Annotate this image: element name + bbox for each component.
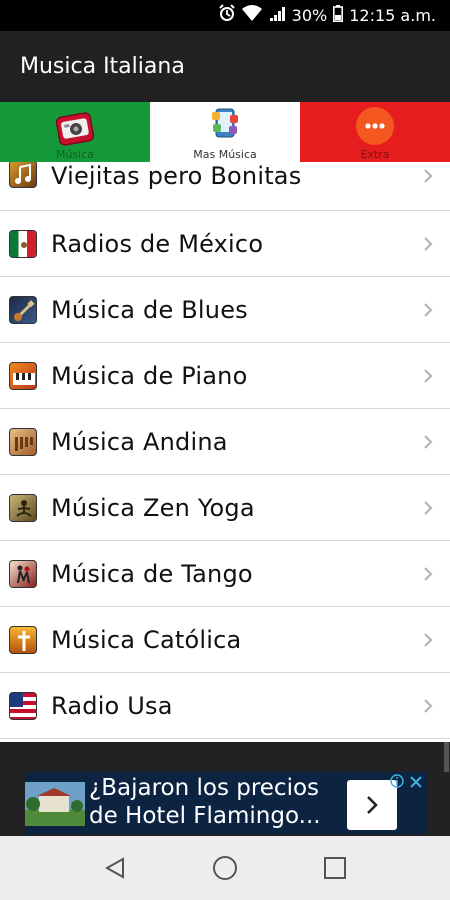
list-item[interactable]: Música de Tango bbox=[0, 541, 450, 607]
list-item[interactable]: Viejitas pero Bonitas bbox=[0, 162, 450, 211]
ad-close-icon[interactable] bbox=[408, 774, 424, 790]
music-apps-icon bbox=[210, 106, 240, 145]
list-item[interactable]: Música de Blues bbox=[0, 277, 450, 343]
tab-extra[interactable]: Extra bbox=[300, 102, 450, 162]
tab-mas-musica-label: Mas Música bbox=[193, 148, 257, 161]
ad-banner[interactable]: ¿Bajaron los precios de Hotel Flamingo..… bbox=[25, 772, 427, 834]
list-item[interactable]: Radios de México bbox=[0, 211, 450, 277]
chevron-right-icon bbox=[420, 236, 436, 252]
list-item-label: Música de Blues bbox=[51, 295, 248, 324]
chevron-right-icon bbox=[420, 632, 436, 648]
list-item[interactable]: Música Andina bbox=[0, 409, 450, 475]
piano-icon bbox=[9, 361, 37, 390]
tab-mas-musica[interactable]: Mas Música bbox=[150, 102, 300, 162]
list-item-label: Música de Tango bbox=[51, 559, 253, 588]
ad-headline-line1: ¿Bajaron los precios bbox=[89, 775, 320, 801]
chevron-right-icon bbox=[420, 566, 436, 582]
scrollbar[interactable] bbox=[444, 742, 449, 772]
signal-icon bbox=[268, 5, 286, 26]
catholic-icon bbox=[9, 625, 37, 654]
wifi-icon bbox=[241, 5, 262, 26]
list-item-label: Música Zen Yoga bbox=[51, 493, 255, 522]
list-item-label: Música de Piano bbox=[51, 361, 248, 390]
list-item-label: Viejitas pero Bonitas bbox=[51, 162, 302, 190]
system-nav-bar bbox=[0, 836, 450, 900]
list-item[interactable]: Música Católica bbox=[0, 607, 450, 673]
app-title: Musica Italiana bbox=[20, 54, 185, 79]
hotel-ad-image bbox=[25, 782, 85, 826]
status-bar: 30% 12:15 a.m. bbox=[0, 0, 450, 31]
list-item-label: Música Católica bbox=[51, 625, 242, 654]
usa-flag-icon bbox=[9, 691, 37, 720]
recent-apps-icon[interactable] bbox=[315, 848, 355, 888]
mexico-flag-icon bbox=[9, 229, 37, 258]
app-bar: Musica Italiana bbox=[0, 31, 450, 102]
battery-icon bbox=[333, 4, 344, 27]
andean-music-icon bbox=[9, 427, 37, 456]
list-item-label: Música Andina bbox=[51, 427, 228, 456]
alarm-icon bbox=[218, 4, 236, 27]
chevron-right-icon bbox=[420, 434, 436, 450]
list-item[interactable]: Música de Piano bbox=[0, 343, 450, 409]
guitar-icon bbox=[9, 295, 37, 324]
clock: 12:15 a.m. bbox=[349, 6, 436, 25]
back-icon[interactable] bbox=[95, 848, 135, 888]
chevron-right-icon bbox=[420, 500, 436, 516]
zen-yoga-icon bbox=[9, 493, 37, 522]
more-dots-icon bbox=[355, 106, 395, 151]
tango-icon bbox=[9, 559, 37, 588]
tab-musica[interactable]: Música bbox=[0, 102, 150, 162]
list-item-label: Radios de México bbox=[51, 229, 264, 258]
vintage-music-icon bbox=[9, 162, 37, 188]
ad-info-icon[interactable] bbox=[390, 774, 404, 788]
list-item-label: Radio Usa bbox=[51, 691, 173, 720]
list-item[interactable]: Música Zen Yoga bbox=[0, 475, 450, 541]
chevron-right-icon bbox=[420, 368, 436, 384]
list-item[interactable]: Radio Usa bbox=[0, 673, 450, 739]
chevron-right-icon bbox=[420, 698, 436, 714]
chevron-right-icon bbox=[420, 302, 436, 318]
battery-percent: 30% bbox=[291, 6, 328, 25]
radio-icon bbox=[55, 109, 95, 152]
home-icon[interactable] bbox=[205, 848, 245, 888]
music-category-list: Viejitas pero Bonitas Radios de México M… bbox=[0, 162, 450, 742]
ad-headline-line2: de Hotel Flamingo... bbox=[89, 803, 321, 829]
chevron-right-icon bbox=[420, 168, 436, 184]
ad-text: ¿Bajaron los precios de Hotel Flamingo..… bbox=[89, 774, 369, 830]
tab-bar: Música Mas Música Extra bbox=[0, 102, 450, 162]
